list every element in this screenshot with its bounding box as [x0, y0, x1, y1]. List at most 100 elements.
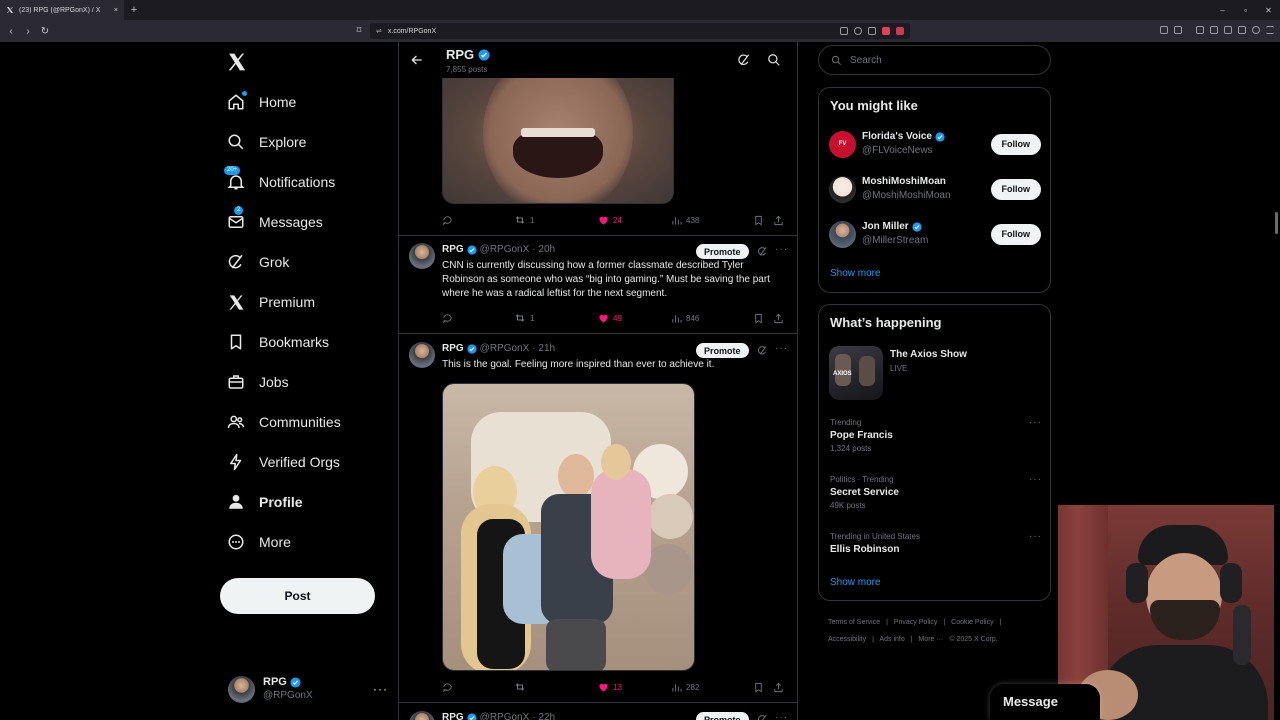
nav-verified-orgs[interactable]: Verified Orgs	[226, 447, 340, 477]
nav-home[interactable]: Home	[226, 87, 296, 117]
nav-notifications[interactable]: 20+ Notifications	[224, 166, 335, 197]
footer-link[interactable]: Ads info	[879, 636, 904, 643]
wallet-icon[interactable]	[1174, 26, 1182, 34]
follow-button[interactable]: Follow	[990, 178, 1041, 200]
like-button[interactable]: 13	[598, 682, 671, 693]
x-logo-icon[interactable]	[227, 52, 247, 72]
like-button[interactable]: 24	[598, 215, 671, 226]
menu-icon[interactable]	[1266, 26, 1274, 34]
scrollbar-thumb[interactable]	[1275, 212, 1278, 234]
more-dots-icon[interactable]: ···	[1029, 474, 1042, 485]
more-dots-icon[interactable]: ···	[775, 244, 788, 255]
trend-item[interactable]: Trending Pope Francis 1,324 posts ···	[830, 417, 1042, 455]
promote-button[interactable]: Promote	[696, 712, 749, 720]
tweet-time[interactable]: · 22h	[532, 712, 555, 720]
reply-button[interactable]	[442, 682, 514, 693]
grok-circle-icon[interactable]	[737, 53, 751, 67]
site-info-icon[interactable]: ⇌	[376, 27, 382, 35]
promote-button[interactable]: Promote	[696, 244, 749, 259]
new-tab-button[interactable]: +	[124, 0, 144, 20]
tweet-handle[interactable]: @RPGonX	[480, 712, 530, 720]
sidebar-icon[interactable]	[1196, 26, 1204, 34]
repost-button[interactable]: 1	[514, 312, 598, 324]
window-close-icon[interactable]: ✕	[1257, 0, 1280, 20]
address-bar[interactable]: ⇌ x.com/RPGonX	[370, 23, 910, 39]
screen-share-icon[interactable]	[840, 27, 848, 35]
reload-icon[interactable]: ↻	[40, 26, 50, 37]
footer-link[interactable]: Cookie Policy	[951, 619, 993, 626]
browser-tab[interactable]: (23) RPG (@RPGonX) / X ×	[0, 0, 124, 20]
tweet-media-photo[interactable]	[442, 383, 695, 671]
views-button[interactable]: 282	[671, 682, 753, 693]
share-button[interactable]	[773, 215, 784, 226]
tweet-author-name[interactable]: RPG	[442, 712, 464, 720]
show-more-link[interactable]: Show more	[830, 577, 881, 588]
footer-link[interactable]: Privacy Policy	[894, 619, 938, 626]
like-button[interactable]: 49	[598, 313, 671, 324]
reply-button[interactable]	[442, 215, 514, 226]
avatar[interactable]: FV	[829, 130, 856, 158]
more-dots-icon[interactable]: ···	[1029, 531, 1042, 542]
vpn-icon[interactable]	[1252, 26, 1260, 34]
more-dots-icon[interactable]: ···	[373, 682, 388, 696]
footer-link[interactable]: Terms of Service	[828, 619, 880, 626]
download-icon[interactable]	[1224, 26, 1232, 34]
alert-extension-icon[interactable]	[896, 27, 904, 35]
show-more-link[interactable]: Show more	[830, 268, 881, 279]
share-icon[interactable]	[868, 27, 876, 35]
tweet-author-name[interactable]: RPG	[442, 343, 464, 354]
share-button[interactable]	[773, 682, 784, 693]
featured-live-event[interactable]: AXIOS The Axios Show LIVE	[829, 346, 1041, 402]
tweet[interactable]: RPG @RPGonX · 22h Promote ···	[399, 711, 797, 720]
suggested-account[interactable]: MoshiMoshiMoan @MoshiMoshiMoan Follow	[829, 174, 1041, 204]
back-nav-icon[interactable]: ‹	[6, 26, 16, 37]
nav-jobs[interactable]: Jobs	[226, 367, 289, 397]
footer-link[interactable]: Accessibility	[828, 636, 866, 643]
bookmark-button[interactable]	[753, 682, 773, 693]
messages-drawer[interactable]: Message	[990, 684, 1100, 720]
tabs-icon[interactable]	[1210, 26, 1218, 34]
avatar[interactable]	[409, 711, 435, 720]
avatar[interactable]	[409, 243, 435, 269]
trend-item[interactable]: Politics · Trending Secret Service 49K p…	[830, 474, 1042, 512]
promote-button[interactable]: Promote	[696, 343, 749, 358]
views-button[interactable]: 846	[671, 313, 753, 324]
trend-item[interactable]: Trending in United States Ellis Robinson…	[830, 531, 1042, 557]
reply-button[interactable]	[442, 313, 514, 324]
zoom-icon[interactable]	[854, 27, 862, 35]
follow-button[interactable]: Follow	[990, 223, 1041, 245]
bookmark-button[interactable]	[753, 215, 773, 226]
shield-extension-icon[interactable]	[882, 27, 890, 35]
nav-profile[interactable]: Profile	[226, 487, 303, 517]
tweet-handle[interactable]: @RPGonX	[480, 343, 530, 354]
bookmark-button[interactable]	[753, 313, 773, 324]
extensions-icon[interactable]	[1160, 26, 1168, 34]
minimize-icon[interactable]: –	[1211, 0, 1234, 20]
nav-bookmarks[interactable]: Bookmarks	[226, 327, 329, 357]
footer-link[interactable]: More ···	[919, 636, 944, 643]
bookmark-page-icon[interactable]: ⌑	[354, 25, 364, 36]
suggested-account[interactable]: FV Florida's Voice @FLVoiceNews Follow	[829, 129, 1041, 159]
grok-explain-icon[interactable]	[757, 345, 768, 356]
scrollbar-track[interactable]	[1274, 42, 1280, 720]
tweet-media-video[interactable]	[442, 78, 674, 204]
tweet-handle[interactable]: @RPGonX	[480, 244, 530, 255]
repost-button[interactable]: 1	[514, 214, 598, 226]
nav-communities[interactable]: Communities	[226, 407, 341, 437]
repost-button[interactable]	[514, 681, 598, 693]
nav-grok[interactable]: Grok	[226, 247, 289, 277]
tweet-author-name[interactable]: RPG	[442, 244, 464, 255]
nav-more[interactable]: More	[226, 527, 291, 557]
more-dots-icon[interactable]: ···	[775, 343, 788, 354]
post-button[interactable]: Post	[220, 578, 375, 614]
avatar[interactable]	[409, 342, 435, 368]
forward-nav-icon[interactable]: ›	[23, 26, 33, 37]
more-dots-icon[interactable]: ···	[1029, 417, 1042, 428]
tab-close-icon[interactable]: ×	[114, 7, 118, 14]
avatar[interactable]	[829, 220, 856, 248]
nav-messages[interactable]: 2 Messages	[226, 206, 323, 237]
grok-explain-icon[interactable]	[757, 714, 768, 720]
search-input[interactable]: Search	[818, 45, 1051, 75]
share-button[interactable]	[773, 313, 784, 324]
account-switcher[interactable]: RPG @RPGonX ···	[228, 673, 388, 705]
